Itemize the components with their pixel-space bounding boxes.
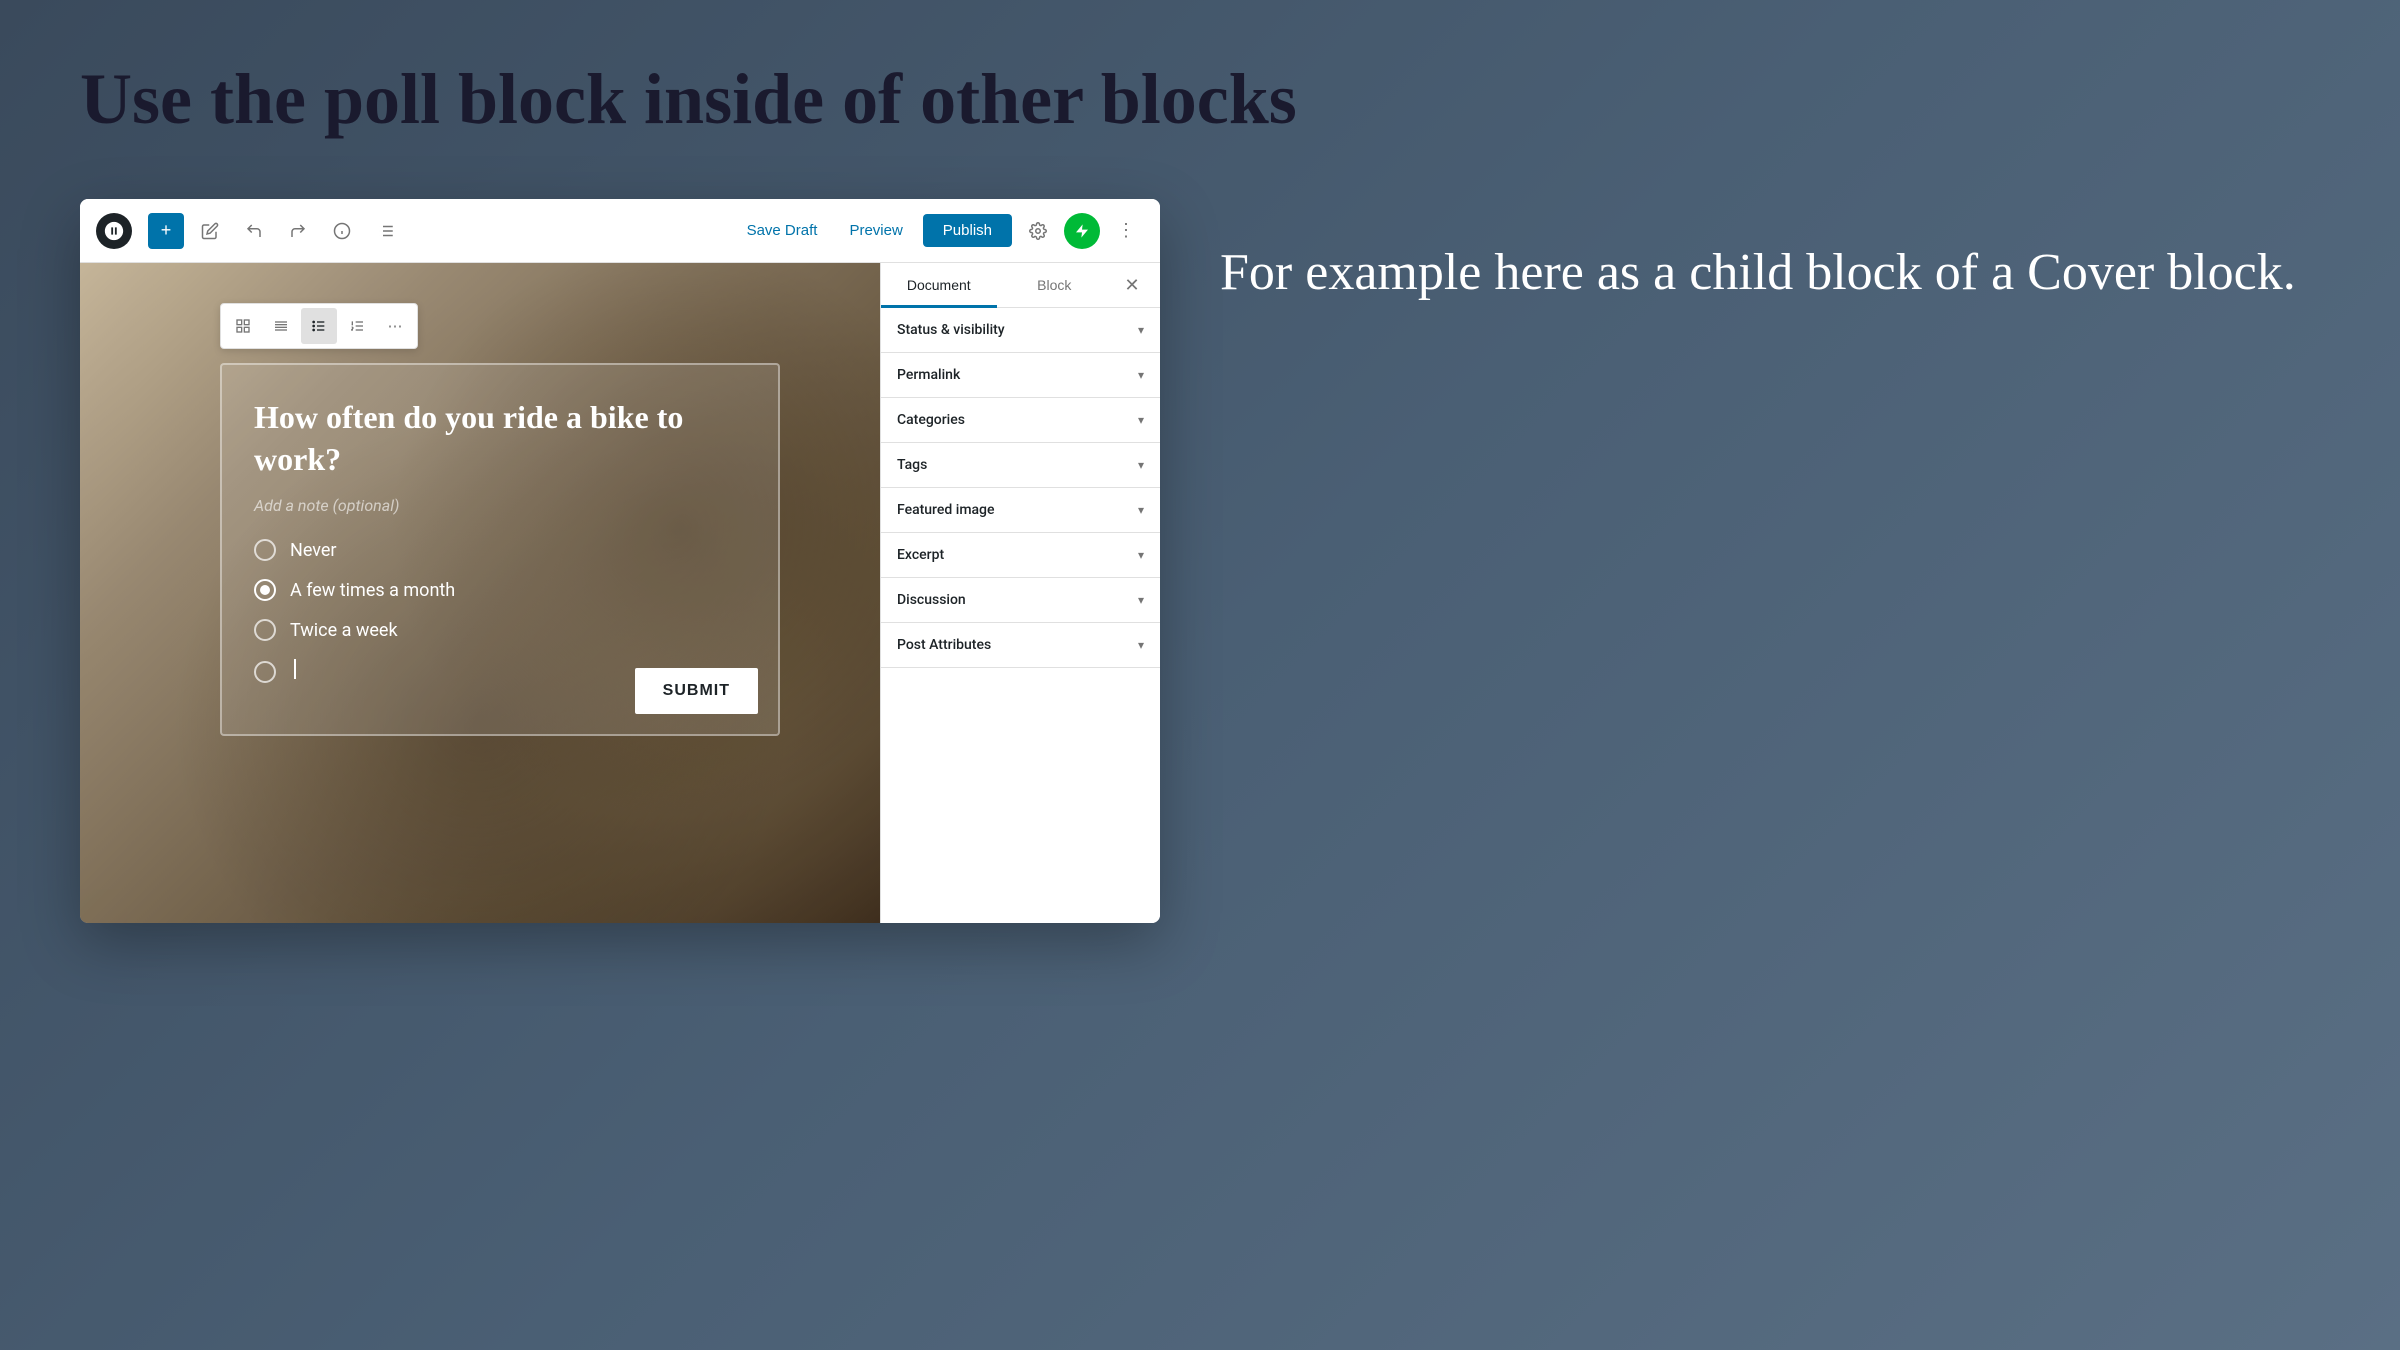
poll-question: How often do you ride a bike to work?: [254, 397, 746, 480]
undo-button[interactable]: [236, 213, 272, 249]
chevron-down-icon-1: ▾: [1138, 368, 1144, 382]
section-featured-image: Featured image ▾: [881, 488, 1160, 533]
preview-button[interactable]: Preview: [837, 214, 914, 247]
section-status-visibility-title: Status & visibility: [897, 322, 1005, 338]
chevron-down-icon-5: ▾: [1138, 548, 1144, 562]
chevron-down-icon-2: ▾: [1138, 413, 1144, 427]
block-tb-list-btn[interactable]: [301, 308, 337, 344]
poll-option-2: A few times a month: [254, 579, 746, 601]
section-status-visibility: Status & visibility ▾: [881, 308, 1160, 353]
section-tags: Tags ▾: [881, 443, 1160, 488]
more-options-button[interactable]: ⋮: [1108, 213, 1144, 249]
wp-logo: [96, 213, 132, 249]
block-tb-align-btn[interactable]: [263, 308, 299, 344]
poll-radio-3[interactable]: [254, 619, 276, 641]
poll-option-label-2: A few times a month: [290, 580, 455, 601]
add-block-button[interactable]: +: [148, 213, 184, 249]
section-tags-header[interactable]: Tags ▾: [881, 443, 1160, 487]
section-post-attributes-title: Post Attributes: [897, 637, 991, 653]
jetpack-button[interactable]: [1064, 213, 1100, 249]
side-description-area: For example here as a child block of a C…: [1220, 199, 2320, 307]
section-discussion-header[interactable]: Discussion ▾: [881, 578, 1160, 622]
section-permalink: Permalink ▾: [881, 353, 1160, 398]
block-tb-ordered-btn[interactable]: [339, 308, 375, 344]
block-tb-grid-btn[interactable]: [225, 308, 261, 344]
chevron-down-icon-4: ▾: [1138, 503, 1144, 517]
section-excerpt-header[interactable]: Excerpt ▾: [881, 533, 1160, 577]
chevron-down-icon-7: ▾: [1138, 638, 1144, 652]
section-excerpt: Excerpt ▾: [881, 533, 1160, 578]
section-excerpt-title: Excerpt: [897, 547, 944, 563]
section-discussion-title: Discussion: [897, 592, 966, 608]
chevron-down-icon-0: ▾: [1138, 323, 1144, 337]
poll-block: How often do you ride a bike to work? Ad…: [220, 363, 780, 736]
chevron-down-icon-3: ▾: [1138, 458, 1144, 472]
section-categories: Categories ▾: [881, 398, 1160, 443]
side-description: For example here as a child block of a C…: [1220, 239, 2320, 307]
settings-button[interactable]: [1020, 213, 1056, 249]
cover-background: ⋯ How often do you ride a bike to work? …: [80, 263, 880, 923]
poll-option-label-3: Twice a week: [290, 620, 398, 641]
publish-button[interactable]: Publish: [923, 214, 1012, 247]
poll-submit-button[interactable]: SUBMIT: [635, 668, 758, 714]
section-discussion: Discussion ▾: [881, 578, 1160, 623]
section-permalink-title: Permalink: [897, 367, 960, 383]
section-post-attributes: Post Attributes ▾: [881, 623, 1160, 668]
section-permalink-header[interactable]: Permalink ▾: [881, 353, 1160, 397]
section-featured-image-header[interactable]: Featured image ▾: [881, 488, 1160, 532]
sidebar-close-button[interactable]: ✕: [1112, 265, 1152, 305]
editor-canvas: ⋯ How often do you ride a bike to work? …: [80, 263, 880, 923]
section-categories-header[interactable]: Categories ▾: [881, 398, 1160, 442]
list-view-button[interactable]: [368, 213, 404, 249]
section-featured-image-title: Featured image: [897, 502, 995, 518]
poll-cursor: [294, 659, 296, 679]
poll-option-label-1: Never: [290, 540, 337, 561]
main-content: +: [80, 199, 2320, 923]
block-toolbar: ⋯: [220, 303, 418, 349]
editor-body: ⋯ How often do you ride a bike to work? …: [80, 263, 1160, 923]
poll-note: Add a note (optional): [254, 496, 746, 515]
editor-container: +: [80, 199, 1160, 923]
redo-button[interactable]: [280, 213, 316, 249]
poll-option-1: Never: [254, 539, 746, 561]
section-post-attributes-header[interactable]: Post Attributes ▾: [881, 623, 1160, 667]
chevron-down-icon-6: ▾: [1138, 593, 1144, 607]
editor-toolbar: +: [80, 199, 1160, 263]
editor-sidebar: Document Block ✕ Status & visibility ▾ P…: [880, 263, 1160, 923]
poll-option-label-4: [290, 659, 296, 684]
tab-document[interactable]: Document: [881, 263, 997, 307]
edit-button[interactable]: [192, 213, 228, 249]
section-categories-title: Categories: [897, 412, 965, 428]
page-title: Use the poll block inside of other block…: [80, 60, 2320, 139]
info-button[interactable]: [324, 213, 360, 249]
poll-radio-4[interactable]: [254, 661, 276, 683]
poll-radio-1[interactable]: [254, 539, 276, 561]
poll-radio-2[interactable]: [254, 579, 276, 601]
save-draft-button[interactable]: Save Draft: [735, 214, 830, 247]
tab-block[interactable]: Block: [997, 263, 1113, 307]
poll-option-3: Twice a week: [254, 619, 746, 641]
sidebar-tabs: Document Block ✕: [881, 263, 1160, 308]
block-tb-more-btn[interactable]: ⋯: [377, 308, 413, 344]
section-tags-title: Tags: [897, 457, 927, 473]
section-status-visibility-header[interactable]: Status & visibility ▾: [881, 308, 1160, 352]
